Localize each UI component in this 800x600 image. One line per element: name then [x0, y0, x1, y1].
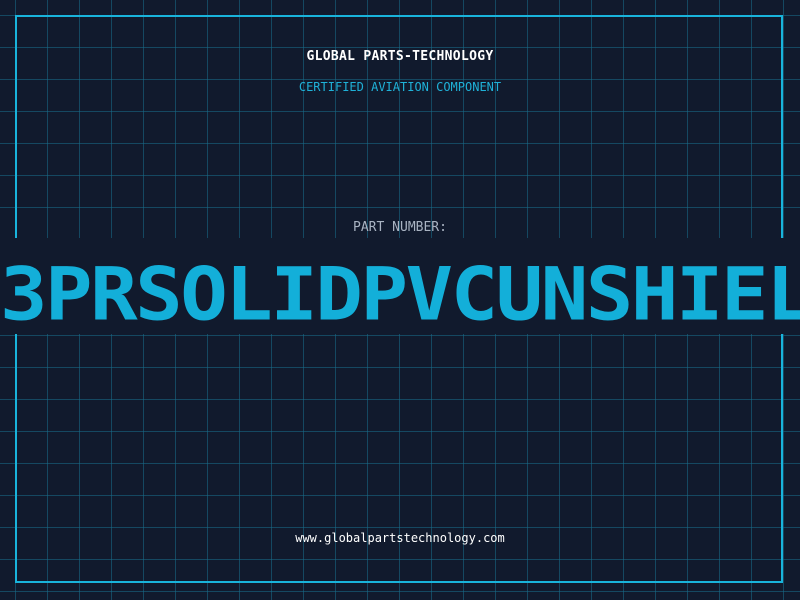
brand-title: GLOBAL PARTS-TECHNOLOGY	[306, 49, 494, 64]
part-number-label: PART NUMBER:	[353, 220, 447, 235]
website-url[interactable]: www.globalpartstechnology.com	[0, 531, 800, 545]
part-number-value: 3PRSOLIDPVCUNSHIEL	[0, 262, 800, 328]
certificate-card: GLOBAL PARTS-TECHNOLOGY CERTIFIED AVIATI…	[0, 0, 800, 600]
certification-subtitle: CERTIFIED AVIATION COMPONENT	[298, 80, 502, 94]
